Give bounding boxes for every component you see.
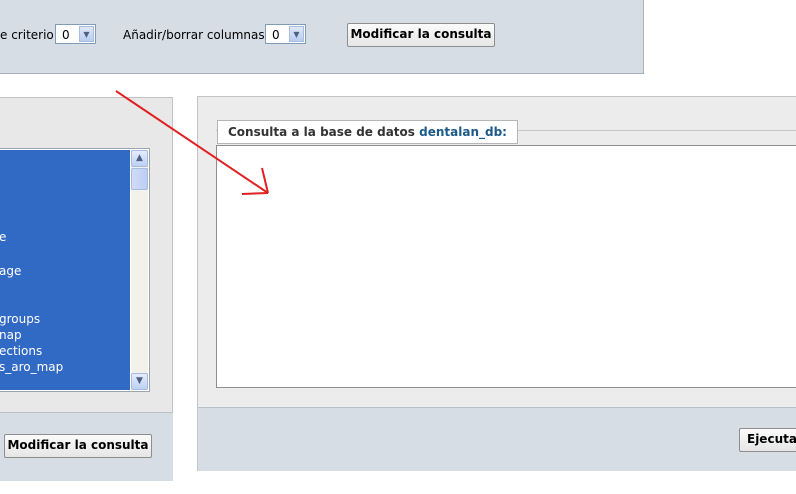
annotation-arrow [115, 90, 269, 195]
